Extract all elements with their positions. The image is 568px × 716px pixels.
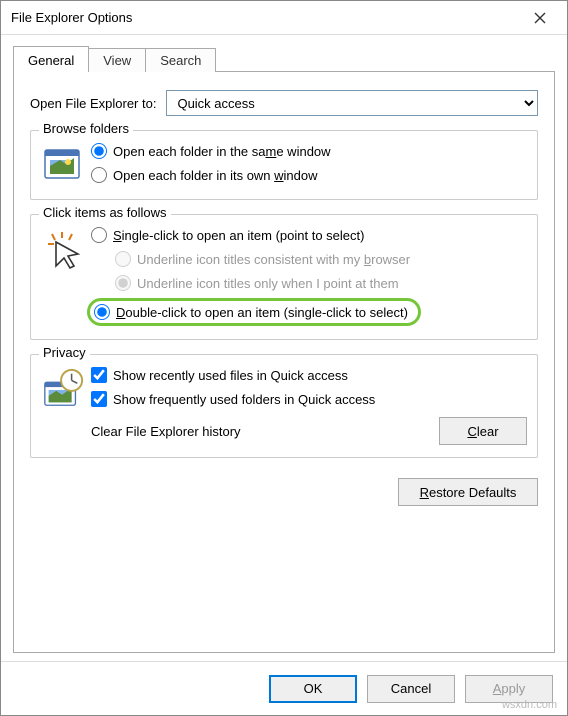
highlight-callout: Double-click to open an item (single-cli… [87,298,421,326]
ok-button[interactable]: OK [269,675,357,703]
double-click-option[interactable]: Double-click to open an item (single-cli… [94,304,408,320]
browse-own-window-option[interactable]: Open each folder in its own window [91,163,527,187]
restore-defaults-row: Restore Defaults [30,478,538,506]
double-click-label: Double-click to open an item (single-cli… [116,305,408,320]
cancel-button[interactable]: Cancel [367,675,455,703]
single-click-radio[interactable] [91,227,107,243]
open-explorer-to-row: Open File Explorer to: Quick access [30,90,538,116]
apply-button[interactable]: Apply [465,675,553,703]
underline-point-label: Underline icon titles only when I point … [137,276,399,291]
freq-folders-checkbox[interactable] [91,391,107,407]
browse-folders-legend: Browse folders [39,121,133,136]
freq-folders-option[interactable]: Show frequently used folders in Quick ac… [91,387,527,411]
tab-general[interactable]: General [13,46,89,72]
click-items-legend: Click items as follows [39,205,171,220]
double-click-option-row: Double-click to open an item (single-cli… [91,295,527,327]
underline-browser-option: Underline icon titles consistent with my… [91,247,527,271]
single-click-option[interactable]: Single-click to open an item (point to s… [91,223,527,247]
double-click-radio[interactable] [94,304,110,320]
underline-point-option: Underline icon titles only when I point … [91,271,527,295]
options-dialog: File Explorer Options A PUALS General Vi… [0,0,568,716]
browse-folders-group: Browse folders [30,130,538,200]
clear-history-label: Clear File Explorer history [91,424,439,439]
titlebar: File Explorer Options [1,1,567,35]
clear-button[interactable]: Clear [439,417,527,445]
open-explorer-to-label: Open File Explorer to: [30,96,156,111]
tab-search[interactable]: Search [145,48,216,72]
privacy-legend: Privacy [39,345,90,360]
privacy-group: Privacy [30,354,538,458]
close-button[interactable] [517,3,563,33]
browse-same-label: Open each folder in the same window [113,144,331,159]
open-explorer-to-select[interactable]: Quick access [166,90,538,116]
tab-view[interactable]: View [88,48,146,72]
underline-point-radio [115,275,131,291]
recent-files-label: Show recently used files in Quick access [113,368,348,383]
dialog-body: A PUALS General View Search Open File Ex… [1,35,567,661]
tab-strip: General View Search [13,45,555,71]
browse-same-radio[interactable] [91,143,107,159]
restore-defaults-button[interactable]: Restore Defaults [398,478,538,506]
browse-same-window-option[interactable]: Open each folder in the same window [91,139,527,163]
browse-own-radio[interactable] [91,167,107,183]
underline-browser-radio [115,251,131,267]
recent-files-option[interactable]: Show recently used files in Quick access [91,363,527,387]
tabpage-general: Open File Explorer to: Quick access Brow… [13,71,555,653]
recent-files-checkbox[interactable] [91,367,107,383]
cursor-click-icon [41,227,85,271]
underline-browser-label: Underline icon titles consistent with my… [137,252,410,267]
privacy-clock-icon [41,367,85,411]
dialog-footer: OK Cancel Apply [1,661,567,715]
single-click-label: Single-click to open an item (point to s… [113,228,364,243]
folder-window-icon [41,143,85,187]
click-items-group: Click items as follows [30,214,538,340]
freq-folders-label: Show frequently used folders in Quick ac… [113,392,375,407]
window-title: File Explorer Options [11,10,517,25]
clear-history-row: Clear File Explorer history Clear [91,411,527,445]
browse-own-label: Open each folder in its own window [113,168,318,183]
close-icon [534,12,546,24]
